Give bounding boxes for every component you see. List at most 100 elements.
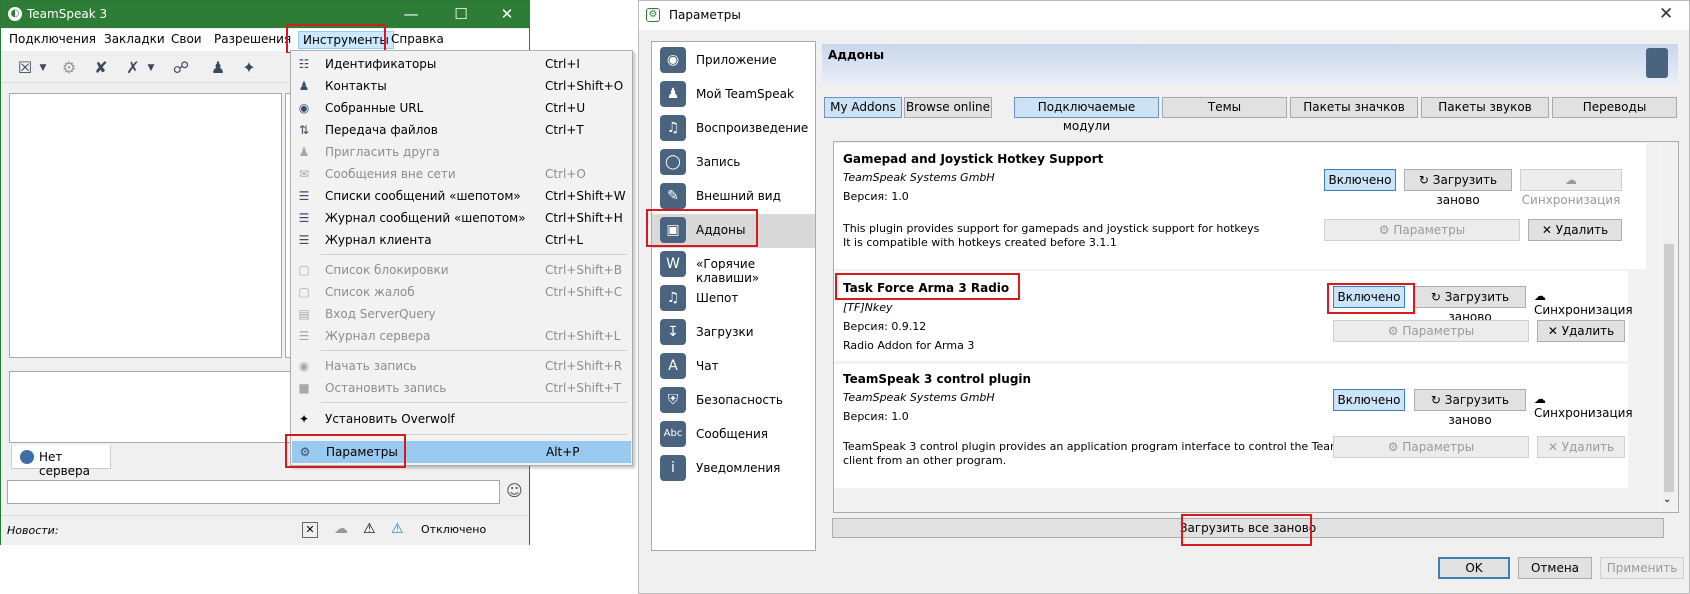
emoji-icon[interactable]: ☺	[506, 481, 523, 500]
reload-button[interactable]: ↻ Загрузить заново	[1414, 286, 1526, 324]
server-tab[interactable]: Нет сервера	[11, 445, 111, 478]
menu-bar: Подключения Закладки Свои Разрешения Инс…	[1, 29, 529, 51]
scrollbar-thumb[interactable]	[1664, 244, 1674, 492]
menu-item-server-log[interactable]: ☰ Журнал сервера Ctrl+Shift+L	[291, 325, 632, 347]
menu-item-stop-recording[interactable]: ■ Остановить запись Ctrl+Shift+T	[291, 377, 632, 399]
menu-item-install-overwolf[interactable]: ✦ Установить Overwolf	[291, 408, 632, 430]
sync-label[interactable]: ☁ Синхронизация	[1534, 289, 1633, 317]
sound-packs-tab-label: Пакеты звуков	[1438, 100, 1532, 114]
menu-item-start-recording[interactable]: ◉ Начать запись Ctrl+Shift+R	[291, 355, 632, 377]
plugin-description: client from an other program.	[843, 454, 1007, 467]
myteamspeak-icon: ♟	[660, 81, 686, 107]
channel-tree-panel[interactable]	[9, 93, 282, 358]
addons-header: Аддоны	[822, 44, 1678, 84]
menu-item-ban-list[interactable]: ▢ Список блокировки Ctrl+Shift+B	[291, 259, 632, 281]
downloads-icon: ↧	[660, 319, 686, 345]
dropdown-arrow-icon[interactable]: ▼	[37, 57, 49, 79]
reload-button[interactable]: ↻ Загрузить заново	[1404, 169, 1512, 207]
plugin-settings-button[interactable]: ⚙ Параметры	[1324, 219, 1520, 241]
warning-icon[interactable]: ⚠	[363, 521, 376, 537]
playback-icon: ♫	[660, 115, 686, 141]
settings-close-button[interactable]: ✕	[1659, 4, 1673, 24]
annotation-box-reload-all	[1181, 514, 1312, 546]
mute-microphone-icon[interactable]: ✘	[89, 57, 113, 79]
annotation-box-settings-item	[285, 434, 406, 468]
enabled-toggle[interactable]: Включено	[1324, 169, 1396, 191]
nav-item-security[interactable]: ⛨ Безопасность	[652, 384, 815, 418]
nav-item-playback[interactable]: ♫ Воспроизведение	[652, 112, 815, 146]
contacts-icon[interactable]: ♟	[206, 57, 230, 79]
annotation-box-enabled-button	[1327, 283, 1415, 314]
nav-item-downloads[interactable]: ↧ Загрузки	[652, 316, 815, 350]
menu-item-identities[interactable]: ☷ Идентификаторы Ctrl+I	[291, 53, 632, 75]
menu-item-file-transfer[interactable]: ⇅ Передача файлов Ctrl+T	[291, 119, 632, 141]
scrollbar[interactable]: ⌄	[1662, 144, 1676, 510]
chat-bubble-icon[interactable]: ☍	[169, 57, 193, 79]
nav-item-messages[interactable]: Abc Сообщения	[652, 418, 815, 452]
nav-item-application[interactable]: ◉ Приложение	[652, 44, 815, 78]
menu-item-whisper-lists[interactable]: ☰ Списки сообщений «шепотом» Ctrl+Shift+W	[291, 185, 632, 207]
delete-button[interactable]: ✕ Удалить	[1537, 320, 1625, 342]
info-warning-icon[interactable]: ⚠	[391, 521, 404, 537]
tab-my-addons[interactable]: My Addons	[824, 97, 902, 118]
tab-sound-packs[interactable]: Пакеты звуков	[1421, 97, 1549, 118]
scroll-down-icon[interactable]: ⌄	[1663, 494, 1671, 505]
disconnect-icon[interactable]: ⚙	[57, 57, 81, 79]
nav-item-myteamspeak[interactable]: ♟ Мой TeamSpeak	[652, 78, 815, 112]
menu-item-invite-friend[interactable]: ♟ Пригласить друга	[291, 141, 632, 163]
plugins-tab-label: Подключаемые модули	[1037, 100, 1136, 133]
chat-input[interactable]	[7, 480, 500, 504]
tab-browse-online[interactable]: Browse online	[904, 97, 992, 118]
delete-button[interactable]: ✕ Удалить	[1528, 219, 1622, 241]
menu-item-client-log[interactable]: ☰ Журнал клиента Ctrl+L	[291, 229, 632, 251]
menu-help[interactable]: Справка	[391, 32, 444, 46]
menu-item-complaints[interactable]: ▢ Список жалоб Ctrl+Shift+C	[291, 281, 632, 303]
security-icon: ⛨	[660, 387, 686, 413]
tab-themes[interactable]: Темы	[1162, 97, 1287, 118]
url-icon: ◉	[298, 101, 310, 115]
mute-speakers-icon[interactable]: ✗	[121, 57, 145, 79]
nav-item-chat[interactable]: A Чат	[652, 350, 815, 384]
chat-log-panel[interactable]	[9, 371, 295, 443]
nav-item-capture[interactable]: ◯ Запись	[652, 146, 815, 180]
browse-online-tab-label: Browse online	[905, 100, 991, 114]
id-card-icon: ☷	[298, 57, 310, 71]
menu-permissions[interactable]: Разрешения	[214, 32, 291, 46]
dropdown-arrow-icon[interactable]: ▼	[145, 57, 157, 79]
apply-button[interactable]: Применить	[1600, 557, 1684, 579]
menu-item-whisper-log[interactable]: ☰ Журнал сообщений «шепотом» Ctrl+Shift+H	[291, 207, 632, 229]
menu-item-offline-messages[interactable]: ✉ Сообщения вне сети Ctrl+O	[291, 163, 632, 185]
sync-button[interactable]: ☁ Синхронизация	[1520, 169, 1622, 207]
plugin-settings-button[interactable]: ⚙ Параметры	[1333, 436, 1529, 458]
minimize-button[interactable]: —	[391, 1, 431, 28]
enabled-toggle[interactable]: Включено	[1333, 389, 1405, 411]
settings-title-bar[interactable]: ⚙ Параметры ✕	[639, 1, 1689, 30]
menu-item-collected-urls[interactable]: ◉ Собранные URL Ctrl+U	[291, 97, 632, 119]
overwolf-icon[interactable]: ✦	[237, 57, 261, 79]
close-button[interactable]: ✕	[487, 1, 527, 28]
plugin-settings-button[interactable]: ⚙ Параметры	[1333, 320, 1529, 342]
settings-window-title: Параметры	[669, 8, 741, 22]
menu-bookmarks[interactable]: Закладки	[104, 32, 165, 46]
title-bar[interactable]: ◐ TeamSpeak 3 — ☐ ✕	[1, 1, 529, 28]
menu-item-serverquery-login[interactable]: ▤ Вход ServerQuery	[291, 303, 632, 325]
connect-icon[interactable]: ☒	[13, 57, 37, 79]
tab-icon-packs[interactable]: Пакеты значков	[1290, 97, 1418, 118]
record-stop-icon: ■	[298, 381, 310, 395]
nav-item-notifications[interactable]: i Уведомления	[652, 452, 815, 486]
menu-connections[interactable]: Подключения	[9, 32, 96, 46]
menu-self[interactable]: Свои	[171, 32, 202, 46]
menu-item-contacts[interactable]: ♟ Контакты Ctrl+Shift+O	[291, 75, 632, 97]
reload-button[interactable]: ↻ Загрузить заново	[1414, 389, 1526, 427]
ok-button[interactable]: OK	[1438, 557, 1510, 579]
tab-translations[interactable]: Переводы	[1552, 97, 1677, 118]
sync-label[interactable]: ☁ Синхронизация	[1534, 392, 1633, 420]
cancel-button[interactable]: Отмена	[1518, 557, 1592, 579]
maximize-button[interactable]: ☐	[441, 1, 481, 28]
tab-plugins[interactable]: Подключаемые модули	[1014, 97, 1159, 133]
close-news-icon[interactable]: ✕	[302, 522, 318, 538]
nav-item-hotkeys[interactable]: W «Горячие клавиши»	[652, 248, 815, 285]
notifications-icon: i	[660, 455, 686, 481]
delete-button[interactable]: ✕ Удалить	[1537, 436, 1625, 458]
nav-item-whisper[interactable]: ♫ Шепот	[652, 282, 815, 316]
